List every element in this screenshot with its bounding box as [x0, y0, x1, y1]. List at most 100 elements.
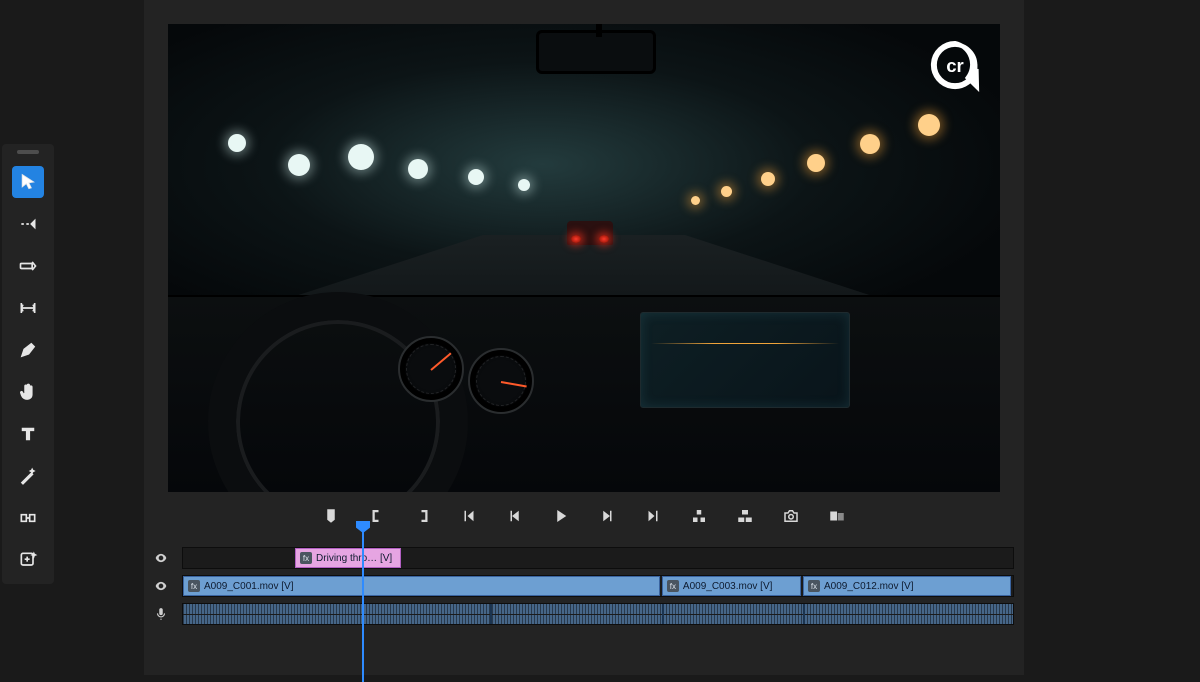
- go-in-icon: [460, 507, 478, 525]
- eye-icon: [154, 579, 168, 593]
- cursor-icon: [18, 172, 38, 192]
- clip-label: A009_C003.mov [V]: [683, 581, 773, 592]
- slip-icon: [18, 508, 38, 528]
- timeline-panel: fxDriving thro… [V] fxA009_C001.mov [V]f…: [144, 540, 1024, 675]
- step-back-button[interactable]: [504, 505, 526, 527]
- type-icon: [18, 424, 38, 444]
- tool-palette: [2, 144, 54, 584]
- compare-icon: [828, 507, 846, 525]
- bokeh-light: [228, 134, 246, 152]
- bokeh-light: [721, 186, 732, 197]
- out-bracket-icon: [414, 507, 432, 525]
- video-clip[interactable]: fx A009_C012.mov [V]: [803, 576, 1011, 596]
- track-visibility-toggle[interactable]: [150, 551, 172, 565]
- playhead[interactable]: [362, 522, 364, 682]
- marker-icon: [322, 507, 340, 525]
- scene-gauge: [398, 336, 464, 402]
- fx-badge-icon: fx: [300, 552, 312, 564]
- mic-icon: [154, 607, 168, 621]
- rate-stretch-tool[interactable]: [12, 292, 44, 324]
- fx-badge-icon: fx: [808, 580, 820, 592]
- hand-tool[interactable]: [12, 376, 44, 408]
- bokeh-light: [860, 134, 880, 154]
- bokeh-light: [918, 114, 940, 136]
- extract-icon: [736, 507, 754, 525]
- main-area: cr fxDriving thro… [V: [56, 0, 1112, 675]
- clip-label: Driving thro… [V]: [316, 553, 392, 564]
- clip-label: A009_C001.mov [V]: [204, 581, 294, 592]
- video-clip[interactable]: fx A009_C001.mov [V]: [183, 576, 660, 596]
- left-rail: [0, 0, 56, 675]
- add-sparkle-icon: [18, 550, 38, 570]
- track-lane[interactable]: fx Driving thro… [V]: [182, 547, 1014, 569]
- audio-clip-boundary: [662, 604, 664, 624]
- slip-tool[interactable]: [12, 502, 44, 534]
- go-to-in-button[interactable]: [458, 505, 480, 527]
- bokeh-light: [348, 144, 374, 170]
- go-to-out-button[interactable]: [642, 505, 664, 527]
- razor-icon: [18, 256, 38, 276]
- lift-icon: [690, 507, 708, 525]
- eye-icon: [154, 551, 168, 565]
- play-button[interactable]: [550, 505, 572, 527]
- selection-tool[interactable]: [12, 166, 44, 198]
- audio-clip-boundary: [490, 604, 492, 624]
- track-visibility-toggle[interactable]: [150, 579, 172, 593]
- step-fwd-icon: [598, 507, 616, 525]
- mark-out-button[interactable]: [412, 505, 434, 527]
- type-tool[interactable]: [12, 418, 44, 450]
- step-back-icon: [506, 507, 524, 525]
- add-marker-button[interactable]: [320, 505, 342, 527]
- fx-badge-icon: fx: [188, 580, 200, 592]
- right-gutter: [1112, 0, 1200, 675]
- remix-tool[interactable]: [12, 460, 44, 492]
- lift-button[interactable]: [688, 505, 710, 527]
- audio-clip-boundary: [803, 604, 805, 624]
- svg-text:cr: cr: [946, 55, 964, 76]
- fx-badge-icon: fx: [667, 580, 679, 592]
- wand-icon: [18, 466, 38, 486]
- track-lane[interactable]: fxA009_C001.mov [V]fxA009_C003.mov [V]fx…: [182, 575, 1014, 597]
- pen-icon: [18, 340, 38, 360]
- play-icon: [552, 507, 570, 525]
- bokeh-light: [468, 169, 484, 185]
- export-frame-button[interactable]: [780, 505, 802, 527]
- video-clip[interactable]: fx A009_C003.mov [V]: [662, 576, 801, 596]
- arrow-dashed-icon: [18, 214, 38, 234]
- bokeh-light: [761, 172, 775, 186]
- camera-icon: [782, 507, 800, 525]
- toolbar-grip[interactable]: [17, 150, 39, 154]
- video-track-1: fxA009_C001.mov [V]fxA009_C003.mov [V]fx…: [150, 574, 1014, 598]
- audio-waveform: [183, 604, 1013, 624]
- generative-clip[interactable]: fx Driving thro… [V]: [295, 548, 401, 568]
- bokeh-light: [807, 154, 825, 172]
- timeline-tracks[interactable]: fxDriving thro… [V] fxA009_C001.mov [V]f…: [150, 546, 1014, 626]
- ripple-edit-tool[interactable]: [12, 250, 44, 282]
- go-out-icon: [644, 507, 662, 525]
- audio-track-1: [150, 602, 1014, 626]
- program-monitor[interactable]: cr: [168, 24, 1000, 492]
- track-select-tool[interactable]: [12, 208, 44, 240]
- bokeh-light: [518, 179, 530, 191]
- bokeh-light: [691, 196, 700, 205]
- video-track-2: fx Driving thro… [V]: [150, 546, 1014, 570]
- scene-dashboard: [168, 295, 1000, 492]
- pen-tool[interactable]: [12, 334, 44, 366]
- scene-rearview-mirror: [536, 30, 656, 74]
- clip-label: A009_C012.mov [V]: [824, 581, 914, 592]
- in-bracket-icon: [368, 507, 386, 525]
- hand-icon: [18, 382, 38, 402]
- scene-car-ahead: [567, 221, 613, 245]
- comparison-view-button[interactable]: [826, 505, 848, 527]
- step-forward-button[interactable]: [596, 505, 618, 527]
- stretch-icon: [18, 298, 38, 318]
- content-credentials-badge-icon: cr: [928, 38, 982, 92]
- add-generative-tool[interactable]: [12, 544, 44, 576]
- program-monitor-panel: cr: [144, 0, 1024, 540]
- scene-gauge: [468, 348, 534, 414]
- bokeh-light: [288, 154, 310, 176]
- track-lane[interactable]: [182, 603, 1014, 625]
- bokeh-light: [408, 159, 428, 179]
- extract-button[interactable]: [734, 505, 756, 527]
- track-voiceover-toggle[interactable]: [150, 607, 172, 621]
